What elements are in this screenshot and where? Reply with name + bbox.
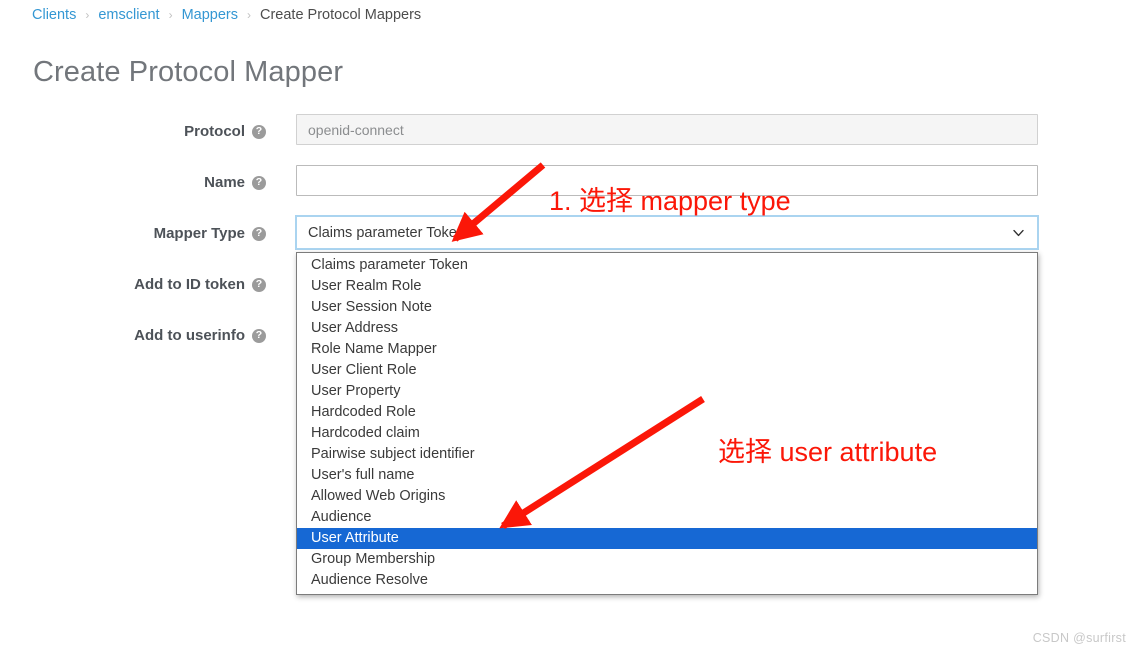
page-title: Create Protocol Mapper [33,56,344,88]
mapper-type-option[interactable]: User's full name [297,465,1037,486]
mapper-type-option[interactable]: Role Name Mapper [297,339,1037,360]
breadcrumb-separator-icon: › [247,8,251,22]
mapper-type-option[interactable]: User Client Role [297,360,1037,381]
help-icon[interactable]: ? [252,124,266,139]
mapper-type-option[interactable]: Group Membership [297,549,1037,570]
breadcrumb-item-current: Create Protocol Mappers [260,7,422,23]
help-icon[interactable]: ? [252,226,266,241]
label-add-to-id-token: Add to ID token ? [0,276,266,293]
label-protocol-text: Protocol [184,123,245,140]
name-input[interactable] [296,165,1038,196]
form-row-name: Name ? [0,165,1146,216]
mapper-type-option[interactable]: User Address [297,318,1037,339]
mapper-type-option[interactable]: Audience Resolve [297,570,1037,591]
help-icon[interactable]: ? [252,277,266,292]
protocol-input [296,114,1038,145]
field-wrap-mapper-type: Claims parameter Token Claims parameter … [295,215,1039,595]
mapper-type-option[interactable]: User Session Note [297,297,1037,318]
mapper-type-selected-value: Claims parameter Token [308,224,465,241]
help-icon[interactable]: ? [252,175,266,190]
chevron-down-icon [1013,229,1024,236]
mapper-type-option[interactable]: Hardcoded claim [297,423,1037,444]
form-row-mapper-type: Mapper Type ? Claims parameter Token Cla… [0,215,1146,595]
label-add-to-id-token-text: Add to ID token [134,276,245,293]
label-name-text: Name [204,174,245,191]
breadcrumb-item-clients[interactable]: Clients [32,7,76,23]
mapper-type-option[interactable]: Hardcoded Role [297,402,1037,423]
mapper-type-option[interactable]: User Attribute [297,528,1037,549]
field-wrap-name [296,165,1038,196]
form-row-protocol: Protocol ? [0,114,1146,165]
mapper-type-option-list[interactable]: Claims parameter Token User Realm Role Use… [296,252,1038,595]
breadcrumb-item-emsclient[interactable]: emsclient [98,7,159,23]
mapper-type-option[interactable]: Pairwise subject identifier [297,444,1037,465]
mapper-type-select[interactable]: Claims parameter Token [295,215,1039,250]
create-protocol-mapper-form: Protocol ? Name ? Mapper Type ? Claims p… [0,114,1146,595]
mapper-type-option[interactable]: Audience [297,507,1037,528]
label-add-to-userinfo-text: Add to userinfo [134,327,245,344]
mapper-type-option[interactable]: Claims parameter Token [297,255,1037,276]
label-name: Name ? [0,174,266,191]
watermark: CSDN @surfirst [1032,631,1126,645]
label-protocol: Protocol ? [0,123,266,140]
breadcrumb: Clients › emsclient › Mappers › Create P… [32,4,421,26]
breadcrumb-item-mappers[interactable]: Mappers [182,7,238,23]
help-icon[interactable]: ? [252,328,266,343]
breadcrumb-separator-icon: › [85,8,90,22]
label-mapper-type-text: Mapper Type [153,225,245,242]
label-add-to-userinfo: Add to userinfo ? [0,327,266,344]
mapper-type-option[interactable]: Allowed Web Origins [297,486,1037,507]
field-wrap-protocol [296,114,1038,145]
mapper-type-option[interactable]: User Property [297,381,1037,402]
mapper-type-option[interactable]: User Realm Role [297,276,1037,297]
label-mapper-type: Mapper Type ? [0,225,266,242]
breadcrumb-separator-icon: › [168,8,173,22]
